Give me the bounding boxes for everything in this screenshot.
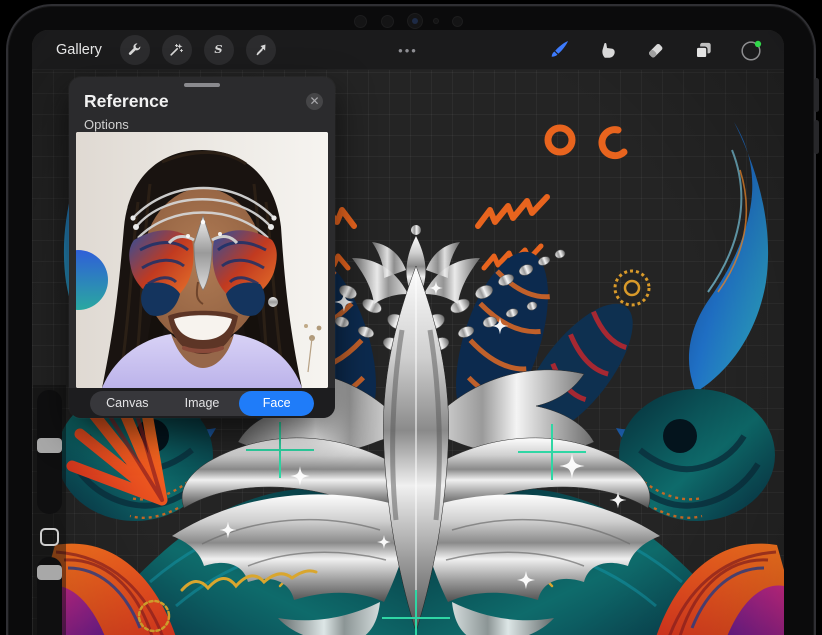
paint-tool-button[interactable] <box>546 37 572 63</box>
arrow-icon <box>252 41 269 58</box>
options-button[interactable]: Options <box>84 117 323 132</box>
modify-button[interactable] <box>40 528 59 546</box>
volume-down-button[interactable] <box>814 120 819 154</box>
tab-image[interactable]: Image <box>165 391 240 416</box>
camera-sensor-icon <box>381 15 394 28</box>
multitask-indicator[interactable]: ••• <box>398 30 418 70</box>
brush-icon <box>547 38 571 62</box>
brush-opacity-handle[interactable] <box>37 565 62 580</box>
layers-icon <box>692 39 715 62</box>
layers-button[interactable] <box>690 37 716 63</box>
top-toolbar: Gallery S ••• <box>32 30 784 70</box>
panel-drag-handle[interactable] <box>184 83 220 87</box>
eraser-icon <box>644 39 667 62</box>
camera-sensor-icon <box>452 16 463 27</box>
reference-mode-tabs: CanvasImageFace <box>90 391 314 416</box>
tab-canvas[interactable]: Canvas <box>90 391 165 416</box>
microphone-icon <box>433 18 439 24</box>
smudge-finger-icon <box>596 39 619 62</box>
magic-wand-icon <box>168 41 185 58</box>
selection-button[interactable]: S <box>204 35 234 65</box>
wrench-icon <box>126 41 143 58</box>
actions-button[interactable] <box>120 35 150 65</box>
procreate-screen: Gallery S ••• <box>32 30 784 635</box>
volume-up-button[interactable] <box>814 78 819 112</box>
camera-sensor-icon <box>354 15 367 28</box>
erase-tool-button[interactable] <box>642 37 668 63</box>
front-camera-icon <box>407 13 423 29</box>
front-camera-array <box>348 13 478 29</box>
color-button[interactable] <box>738 37 764 63</box>
reference-photo <box>76 132 328 388</box>
face-camera-preview <box>76 132 328 388</box>
gallery-button[interactable]: Gallery <box>50 38 108 62</box>
photo-background: Gallery S ••• <box>0 0 822 635</box>
svg-text:S: S <box>215 42 223 56</box>
brush-size-handle[interactable] <box>37 438 62 453</box>
ipad-device: Gallery S ••• <box>6 4 816 635</box>
s-ribbon-icon: S <box>210 41 227 58</box>
smudge-tool-button[interactable] <box>594 37 620 63</box>
reference-panel: Reference Options ✕ <box>69 77 335 418</box>
adjustments-button[interactable] <box>162 35 192 65</box>
panel-title: Reference <box>84 91 323 112</box>
color-badge <box>755 41 761 47</box>
transform-button[interactable] <box>246 35 276 65</box>
color-ring-icon <box>738 36 764 64</box>
left-sidebar <box>33 385 66 635</box>
tab-face[interactable]: Face <box>239 391 314 416</box>
reference-mode-bar: CanvasImageFace <box>69 388 335 418</box>
close-icon[interactable]: ✕ <box>306 93 323 110</box>
